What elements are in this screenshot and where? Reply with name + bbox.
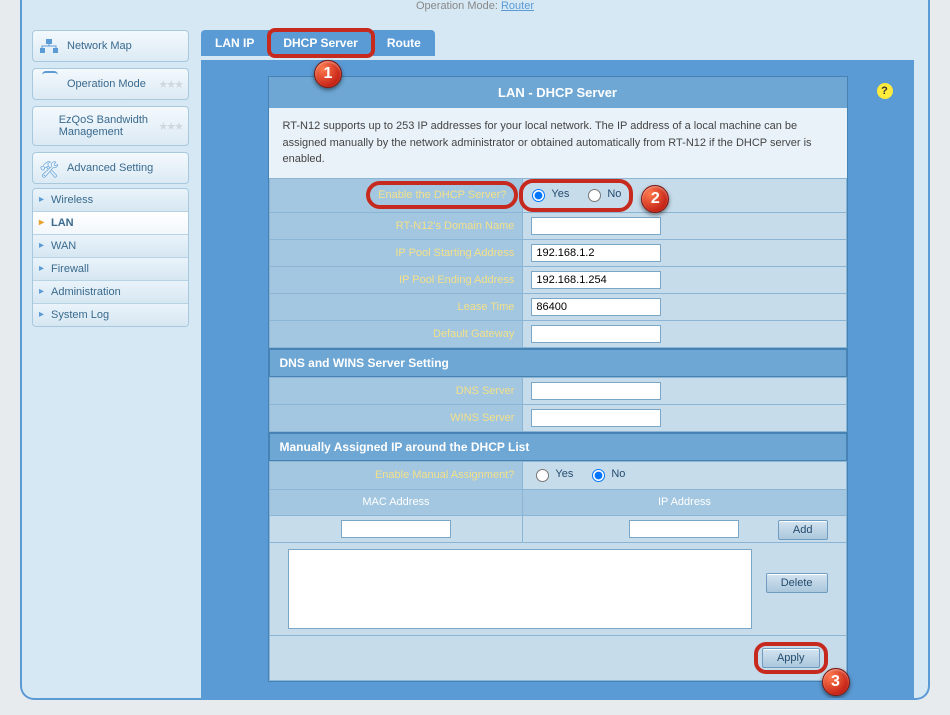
dns-server-label: DNS Server [269, 377, 523, 404]
tab-lan-ip[interactable]: LAN IP [201, 30, 269, 56]
rating-stars-icon: ★★★ [158, 120, 182, 133]
mac-address-col: MAC Address [269, 489, 523, 515]
callout-badge-2: 2 [641, 185, 669, 213]
enable-dhcp-no[interactable]: No [583, 186, 621, 202]
sidebar-item-operation-mode[interactable]: Operation Mode ★★★ [32, 68, 189, 100]
radio-no[interactable] [588, 189, 601, 202]
tools-icon: 🛠 [39, 160, 59, 176]
sidebar-sub-system-log[interactable]: System Log [33, 304, 188, 326]
network-map-icon [39, 38, 59, 54]
manual-enable-yes[interactable]: Yes [531, 466, 573, 482]
sidebar-item-advanced[interactable]: 🛠 Advanced Setting [32, 152, 189, 184]
router-icon [39, 76, 59, 92]
radio-no[interactable] [592, 469, 605, 482]
tab-bar: LAN IP DHCP Server Route 1 [201, 30, 914, 56]
pool-start-label: IP Pool Starting Address [269, 239, 523, 266]
wins-server-label: WINS Server [269, 404, 523, 431]
main-panel: LAN - DHCP Server ? RT-N12 supports up t… [201, 60, 914, 698]
operation-mode-link[interactable]: Router [501, 0, 534, 12]
gateway-label: Default Gateway [269, 320, 523, 347]
domain-name-input[interactable] [531, 217, 661, 235]
dhcp-form-table: Enable the DHCP Server? Yes No [269, 178, 847, 348]
panel-description: RT-N12 supports up to 253 IP addresses f… [269, 108, 847, 178]
bandwidth-icon [39, 118, 51, 134]
sidebar-sub-lan[interactable]: LAN [33, 212, 188, 235]
dns-section-header: DNS and WINS Server Setting [269, 348, 847, 377]
pool-end-label: IP Pool Ending Address [269, 266, 523, 293]
sidebar-item-network-map[interactable]: Network Map [32, 30, 189, 62]
panel-title: LAN - DHCP Server ? [269, 77, 847, 108]
radio-yes[interactable] [536, 469, 549, 482]
tab-route[interactable]: Route [373, 30, 435, 56]
help-icon[interactable]: ? [877, 83, 893, 99]
pool-end-input[interactable] [531, 271, 661, 289]
tab-dhcp-server[interactable]: DHCP Server [269, 30, 372, 56]
dns-server-input[interactable] [531, 382, 661, 400]
gateway-input[interactable] [531, 325, 661, 343]
manual-section-header: Manually Assigned IP around the DHCP Lis… [269, 432, 847, 461]
sidebar-item-label: Network Map [67, 40, 132, 52]
mac-address-input[interactable] [341, 520, 451, 538]
add-button[interactable]: Add [778, 520, 828, 540]
callout-badge-3: 3 [822, 668, 850, 696]
sidebar-item-label: EzQoS Bandwidth Management [59, 114, 151, 138]
content-area: LAN IP DHCP Server Route 1 LAN - DHCP Se… [197, 22, 928, 698]
sidebar-item-label: Advanced Setting [67, 162, 153, 174]
lease-time-label: Lease Time [269, 293, 523, 320]
apply-button[interactable]: Apply [762, 648, 820, 668]
callout-badge-1: 1 [314, 60, 342, 88]
ip-address-col: IP Address [523, 489, 846, 515]
sidebar-sublist: Wireless LAN WAN Firewall Administration… [32, 188, 189, 327]
enable-dhcp-label: Enable the DHCP Server? [269, 178, 523, 212]
form-panel: LAN - DHCP Server ? RT-N12 supports up t… [268, 76, 848, 682]
assigned-ip-listbox[interactable] [288, 549, 752, 629]
rating-stars-icon: ★★★ [158, 78, 182, 91]
sidebar: Network Map Operation Mode ★★★ EzQoS Ban… [22, 22, 197, 698]
sidebar-sub-wireless[interactable]: Wireless [33, 189, 188, 212]
domain-name-label: RT-N12's Domain Name [269, 212, 523, 239]
sidebar-item-ezqos[interactable]: EzQoS Bandwidth Management ★★★ [32, 106, 189, 146]
lease-time-input[interactable] [531, 298, 661, 316]
manual-enable-label: Enable Manual Assignment? [269, 461, 523, 489]
sidebar-sub-firewall[interactable]: Firewall [33, 258, 188, 281]
top-status-bar: Operation Mode: Router [22, 0, 928, 22]
wins-server-input[interactable] [531, 409, 661, 427]
delete-button[interactable]: Delete [766, 573, 828, 593]
operation-mode-label: Operation Mode: [416, 0, 498, 12]
manual-enable-no[interactable]: No [587, 466, 625, 482]
sidebar-sub-wan[interactable]: WAN [33, 235, 188, 258]
pool-start-input[interactable] [531, 244, 661, 262]
radio-yes[interactable] [532, 189, 545, 202]
sidebar-sub-administration[interactable]: Administration [33, 281, 188, 304]
enable-dhcp-yes[interactable]: Yes [527, 186, 569, 202]
ip-address-input[interactable] [629, 520, 739, 538]
sidebar-item-label: Operation Mode [67, 78, 146, 90]
